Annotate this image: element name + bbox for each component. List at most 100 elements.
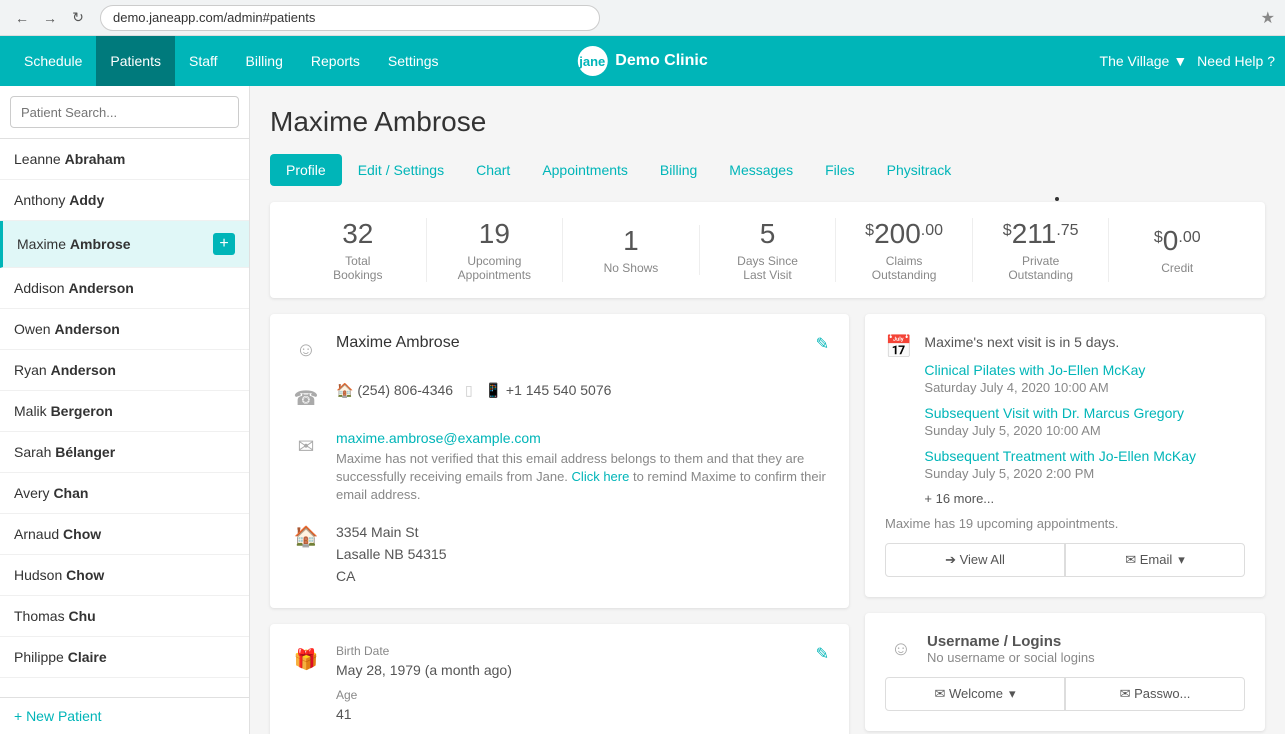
patient-item-leanne-abraham[interactable]: Leanne Abraham xyxy=(0,139,249,180)
patient-contact-name: Maxime Ambrose xyxy=(336,334,460,351)
age-label: Age xyxy=(336,688,829,702)
login-title: Username / Logins xyxy=(927,633,1095,650)
home-phone-label: 🏠 xyxy=(336,382,353,398)
patient-name: Maxime Ambrose xyxy=(17,236,131,252)
patient-name: Avery Chan xyxy=(14,485,88,501)
tab-appointments[interactable]: Appointments xyxy=(526,154,644,186)
refresh-button[interactable]: ↻ xyxy=(66,6,90,30)
patient-name: Ryan Anderson xyxy=(14,362,116,378)
nav-schedule[interactable]: Schedule xyxy=(10,36,96,86)
patient-item-sarah-belanger[interactable]: Sarah Bélanger xyxy=(0,432,249,473)
patient-name: Arnaud Chow xyxy=(14,526,101,542)
appointment-date-3: Sunday July 5, 2020 2:00 PM xyxy=(924,466,1245,481)
patient-item-philippe-claire[interactable]: Philippe Claire xyxy=(0,637,249,678)
password-button[interactable]: ✉ Passwo... xyxy=(1065,677,1245,711)
patient-item-anthony-addy[interactable]: Anthony Addy xyxy=(0,180,249,221)
visit-action-buttons: ➔ View All ✉ Email ▾ xyxy=(885,543,1245,577)
url-bar[interactable] xyxy=(100,5,600,31)
tab-billing[interactable]: Billing xyxy=(644,154,713,186)
patient-item-owen-anderson[interactable]: Owen Anderson xyxy=(0,309,249,350)
stat-no-shows: 1 No Shows xyxy=(563,225,700,275)
patient-item-addison-anderson[interactable]: Addison Anderson xyxy=(0,268,249,309)
edit-name-icon[interactable]: ✎ xyxy=(816,334,829,354)
add-patient-button[interactable]: + xyxy=(213,233,235,255)
more-appointments-link[interactable]: + 16 more... xyxy=(924,491,1245,506)
login-subtitle: No username or social logins xyxy=(927,650,1095,665)
stat-upcoming-appointments: 19 UpcomingAppointments xyxy=(427,218,564,282)
patient-search-input[interactable] xyxy=(10,96,239,128)
right-column: 📅 Maxime's next visit is in 5 days. Clin… xyxy=(865,314,1265,734)
patient-name: Anthony Addy xyxy=(14,192,104,208)
content-area: Maxime Ambrose Profile Edit / Settings C… xyxy=(250,86,1285,734)
address-row: 🏠 3354 Main St Lasalle NB 54315 CA xyxy=(290,521,829,588)
nav-links: Schedule Patients Staff Billing Reports … xyxy=(10,36,453,86)
patient-item-arnaud-chow[interactable]: Arnaud Chow xyxy=(0,514,249,555)
nav-settings[interactable]: Settings xyxy=(374,36,453,86)
patient-name: Addison Anderson xyxy=(14,280,134,296)
stat-credit: $ 0 .00 Credit xyxy=(1109,225,1245,275)
birth-date-card: 🎁 ✎ Birth Date May 28, 1979 (a month ago… xyxy=(270,624,849,734)
search-box xyxy=(0,86,249,139)
tab-physitrack[interactable]: Physitrack xyxy=(871,154,968,186)
address-bar: ← → ↻ ★ xyxy=(0,0,1285,36)
welcome-button[interactable]: ✉ Welcome ▾ xyxy=(885,677,1065,711)
patient-name: Philippe Claire xyxy=(14,649,107,665)
tab-messages[interactable]: Messages xyxy=(713,154,809,186)
stat-private-outstanding: $ 211 .75 PrivateOutstanding xyxy=(973,218,1110,282)
patient-name: Malik Bergeron xyxy=(14,403,113,419)
patient-item-thomas-chu[interactable]: Thomas Chu xyxy=(0,596,249,637)
address-line2: Lasalle NB 54315 xyxy=(336,543,829,565)
patient-item-avery-chan[interactable]: Avery Chan xyxy=(0,473,249,514)
phone-icon: ☎ xyxy=(290,382,322,414)
birth-value: May 28, 1979 (a month ago) xyxy=(336,662,829,678)
home-phone-value: (254) 806-4346 xyxy=(357,382,453,398)
patient-name: Sarah Bélanger xyxy=(14,444,115,460)
forward-button[interactable]: → xyxy=(38,6,62,30)
nav-staff[interactable]: Staff xyxy=(175,36,232,86)
browser-nav-buttons: ← → ↻ xyxy=(10,6,90,30)
click-here-link[interactable]: Click here xyxy=(572,469,630,484)
patient-item-maxime-ambrose[interactable]: Maxime Ambrose + xyxy=(0,221,249,268)
email-dropdown-icon: ▾ xyxy=(1178,552,1185,568)
view-all-button[interactable]: ➔ View All xyxy=(885,543,1065,577)
new-patient-button[interactable]: + New Patient xyxy=(0,697,249,734)
appointment-link-2[interactable]: Subsequent Visit with Dr. Marcus Gregory xyxy=(924,405,1245,421)
nav-billing[interactable]: Billing xyxy=(232,36,297,86)
nav-patients[interactable]: Patients xyxy=(96,36,175,86)
tab-profile[interactable]: Profile xyxy=(270,154,342,186)
location-dropdown[interactable]: The Village ▼ xyxy=(1100,53,1188,69)
main-layout: Leanne Abraham Anthony Addy Maxime Ambro… xyxy=(0,86,1285,734)
logo-icon: jane xyxy=(577,46,607,76)
chevron-down-icon: ▼ xyxy=(1173,53,1187,69)
mobile-phone-value: +1 145 540 5076 xyxy=(506,382,612,398)
appointment-date-2: Sunday July 5, 2020 10:00 AM xyxy=(924,423,1245,438)
stats-bar: 32 TotalBookings 19 UpcomingAppointments… xyxy=(270,202,1265,298)
tab-chart[interactable]: Chart xyxy=(460,154,526,186)
patient-item-malik-bergeron[interactable]: Malik Bergeron xyxy=(0,391,249,432)
patient-item-hudson-chow[interactable]: Hudson Chow xyxy=(0,555,249,596)
bookmark-button[interactable]: ★ xyxy=(1261,8,1275,28)
profile-tabs: Profile Edit / Settings Chart Appointmen… xyxy=(270,154,1265,186)
tab-edit-settings[interactable]: Edit / Settings xyxy=(342,154,460,186)
email-content: maxime.ambrose@example.com Maxime has no… xyxy=(336,430,829,505)
email-button[interactable]: ✉ Email ▾ xyxy=(1065,543,1245,577)
email-note: Maxime has not verified that this email … xyxy=(336,450,829,505)
login-action-buttons: ✉ Welcome ▾ ✉ Passwo... xyxy=(885,677,1245,711)
help-link[interactable]: Need Help ? xyxy=(1197,53,1275,69)
name-content: Maxime Ambrose ✎ xyxy=(336,334,829,354)
patient-item-ryan-anderson[interactable]: Ryan Anderson xyxy=(0,350,249,391)
tab-files[interactable]: Files xyxy=(809,154,871,186)
address-line1: 3354 Main St xyxy=(336,521,829,543)
patient-list: Leanne Abraham Anthony Addy Maxime Ambro… xyxy=(0,139,249,697)
birth-row: 🎁 ✎ Birth Date May 28, 1979 (a month ago… xyxy=(290,644,829,722)
patient-name: Hudson Chow xyxy=(14,567,104,583)
login-card: ☺ Username / Logins No username or socia… xyxy=(865,613,1265,731)
content-grid: ☺ Maxime Ambrose ✎ ☎ 🏠 (254) 806-4346 xyxy=(270,314,1265,734)
appointment-link-1[interactable]: Clinical Pilates with Jo-Ellen McKay xyxy=(924,362,1245,378)
nav-reports[interactable]: Reports xyxy=(297,36,374,86)
edit-birth-icon[interactable]: ✎ xyxy=(816,644,829,664)
address-line3: CA xyxy=(336,565,829,587)
back-button[interactable]: ← xyxy=(10,6,34,30)
appointment-link-3[interactable]: Subsequent Treatment with Jo-Ellen McKay xyxy=(924,448,1245,464)
next-visit-header: Maxime's next visit is in 5 days. xyxy=(924,334,1245,350)
